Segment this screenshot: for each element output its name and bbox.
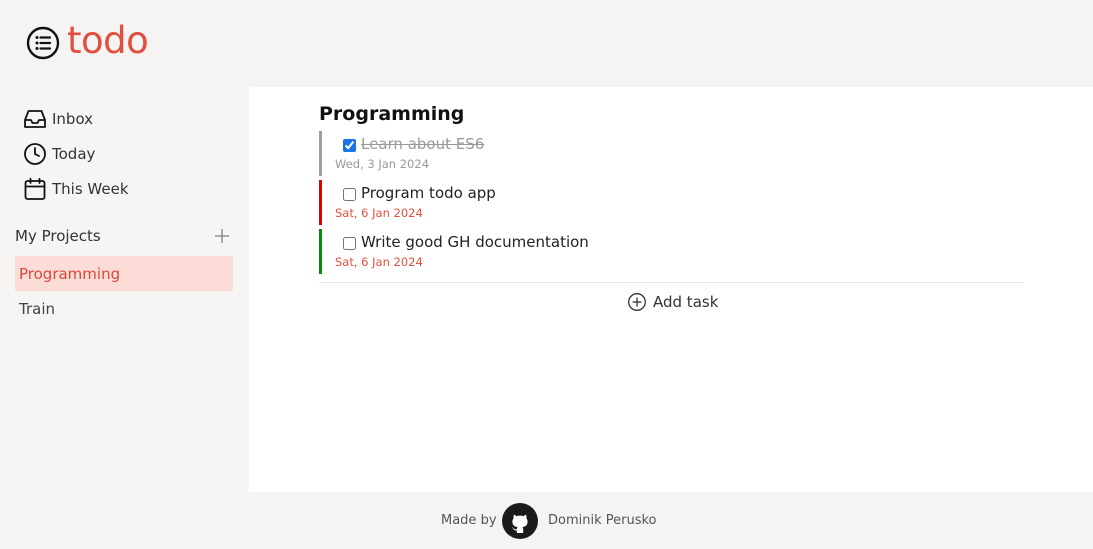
sidebar: Inbox Today This Week My Projects Progra… (0, 87, 249, 492)
plus-icon[interactable] (214, 228, 230, 244)
clock-icon (24, 143, 46, 165)
task-date: Sat, 6 Jan 2024 (335, 206, 423, 220)
task-title[interactable]: Learn about ES6 (361, 134, 484, 154)
sidebar-item-inbox[interactable]: Inbox (23, 106, 93, 132)
task-list-divider (319, 282, 1023, 283)
task-date: Sat, 6 Jan 2024 (335, 255, 423, 269)
footer: Made by Dominik Perusko (0, 492, 1093, 549)
list-icon (26, 26, 60, 60)
task-checkbox[interactable] (343, 237, 356, 250)
sidebar-item-label: Today (52, 145, 96, 163)
sidebar-item-today[interactable]: Today (23, 141, 95, 167)
task-date: Wed, 3 Jan 2024 (335, 157, 430, 171)
page-title: Programming (319, 103, 465, 125)
add-task-label: Add task (653, 293, 719, 311)
task-item[interactable]: Program todo app Sat, 6 Jan 2024 (319, 180, 1023, 225)
sidebar-item-this-week[interactable]: This Week (23, 176, 129, 202)
sidebar-item-label: Inbox (52, 110, 94, 128)
app-logo-text: todo (67, 19, 149, 62)
projects-header: My Projects (15, 226, 233, 246)
github-icon[interactable] (502, 503, 538, 539)
task-item[interactable]: Learn about ES6 Wed, 3 Jan 2024 (319, 131, 1023, 176)
app-header: todo (0, 0, 1093, 87)
task-title[interactable]: Write good GH documentation (361, 232, 589, 252)
calendar-icon (24, 177, 46, 200)
project-item-programming[interactable]: Programming (15, 256, 233, 291)
footer-author-link[interactable]: Dominik Perusko (548, 513, 657, 528)
task-checkbox[interactable] (343, 139, 356, 152)
task-item[interactable]: Write good GH documentation Sat, 6 Jan 2… (319, 229, 1023, 274)
inbox-icon (24, 110, 46, 128)
footer-made-by: Made by (441, 513, 497, 528)
sidebar-item-label: This Week (52, 180, 129, 198)
task-title[interactable]: Program todo app (361, 183, 496, 203)
add-task-button[interactable]: Add task (627, 291, 718, 313)
projects-title: My Projects (15, 227, 101, 245)
project-item-train[interactable]: Train (15, 291, 233, 326)
task-checkbox[interactable] (343, 188, 356, 201)
plus-circle-icon (628, 293, 646, 311)
main-content: Programming Learn about ES6 Wed, 3 Jan 2… (249, 87, 1093, 492)
